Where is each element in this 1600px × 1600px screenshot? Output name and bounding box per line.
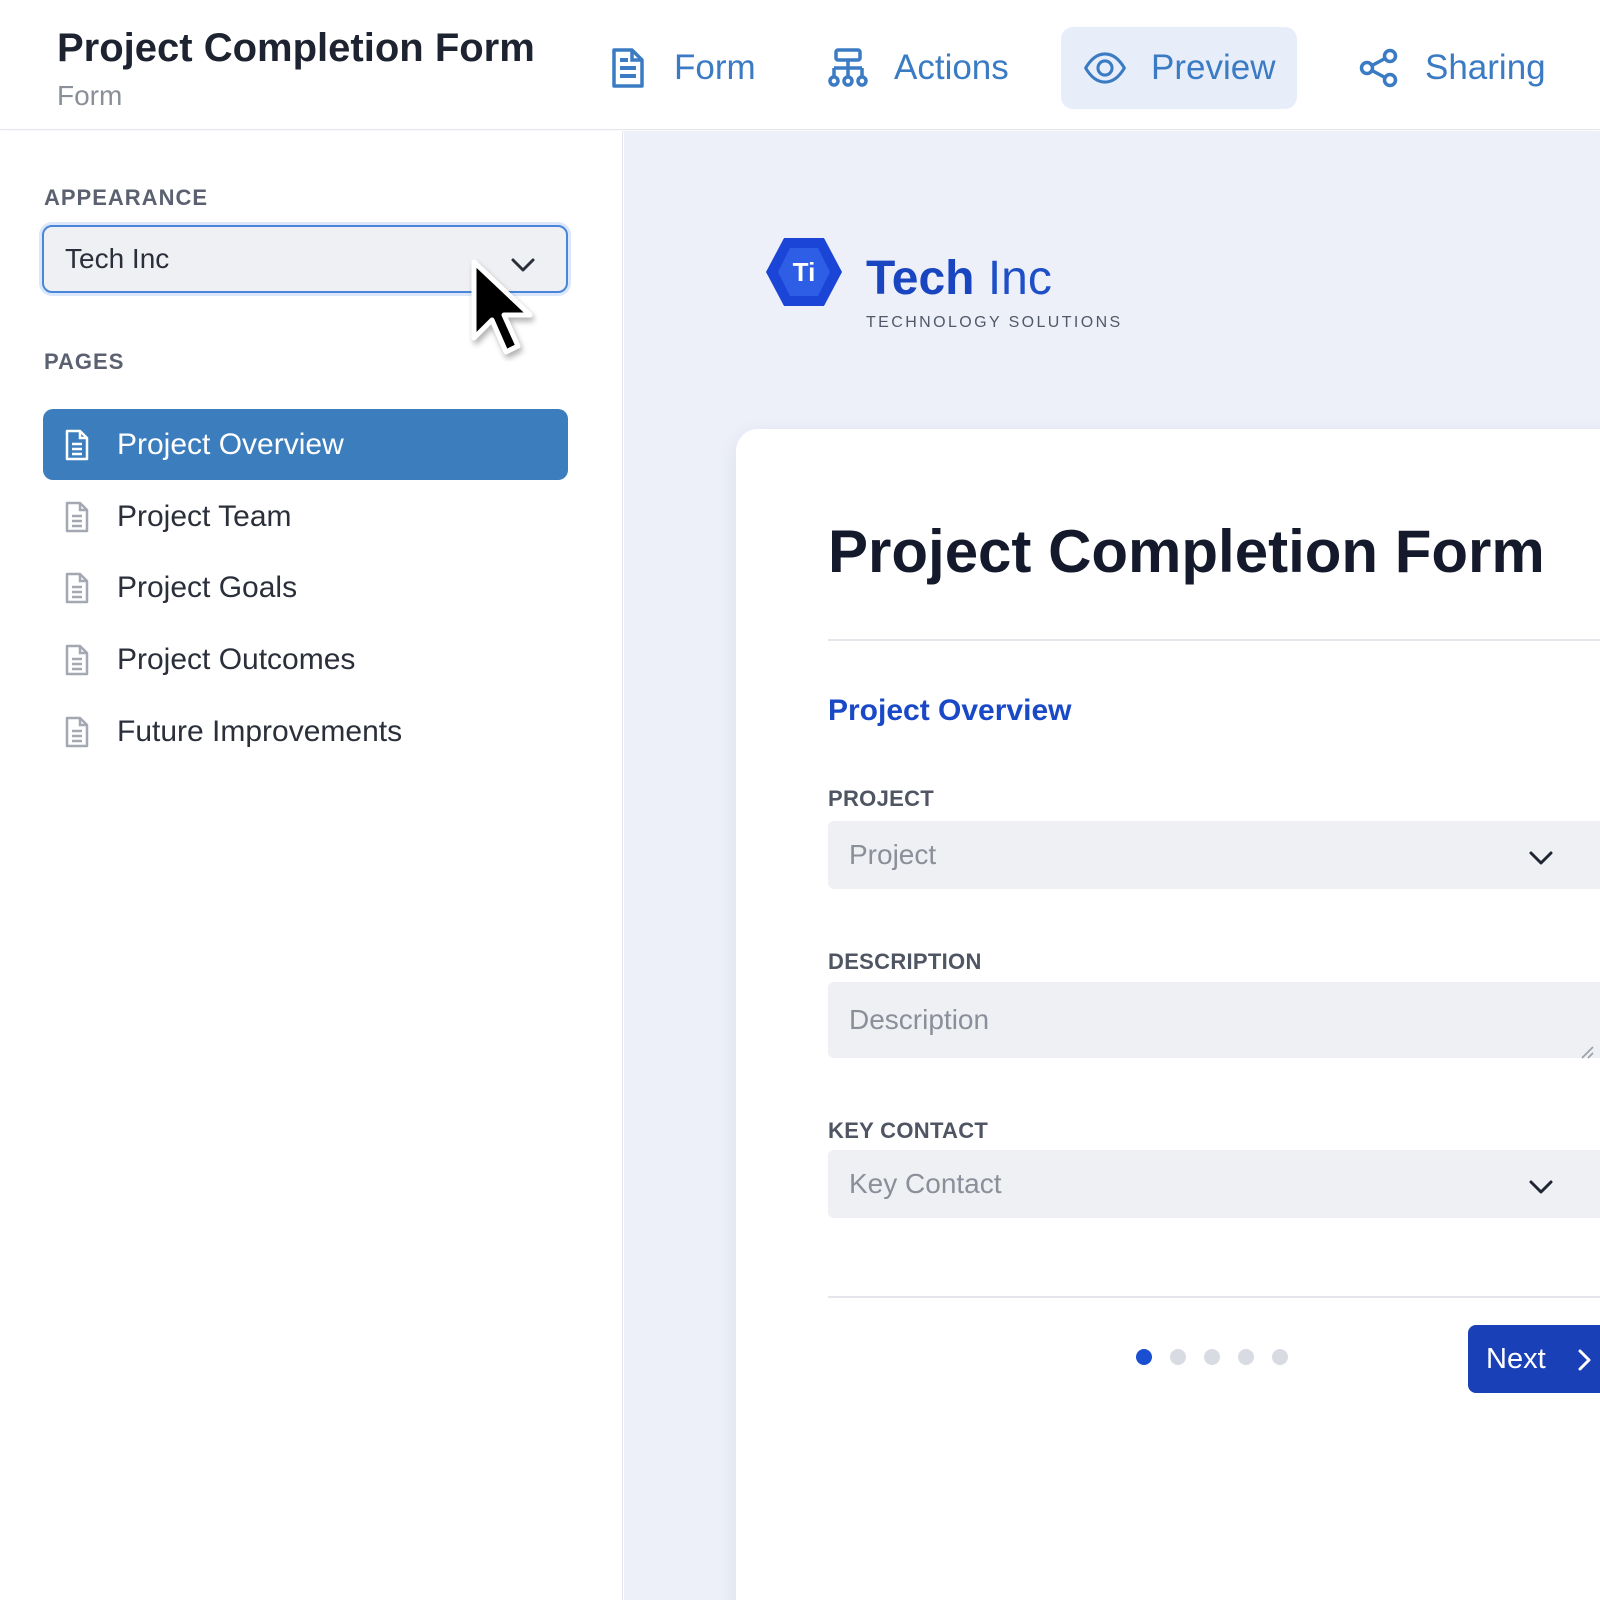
tab-actions[interactable]: Actions [804,27,1031,109]
page-dot-active[interactable] [1136,1349,1152,1365]
document-icon [63,428,91,462]
page-dot[interactable] [1238,1349,1254,1365]
preview-area: Ti Tech Inc TECHNOLOGY SOLUTIONS Project… [624,131,1600,1600]
page-item-label: Project Team [117,499,292,533]
app-subtitle: Form [57,80,123,111]
tab-sharing[interactable]: Sharing [1335,27,1568,109]
project-select-placeholder: Project [849,839,937,870]
page-item-project-overview[interactable]: Project Overview [43,409,568,480]
form-card: Project Completion Form Project Overview… [736,429,1600,1600]
tab-actions-label: Actions [894,48,1009,87]
form-title: Project Completion Form [828,518,1545,585]
brand-name-light: Inc [987,252,1052,305]
document-icon [63,643,91,677]
page-item-label: Project Outcomes [117,642,356,676]
top-header: Project Completion Form Form Form Action… [0,0,1600,130]
page-dot[interactable] [1204,1349,1220,1365]
chevron-down-icon [1528,1171,1554,1203]
tech-inc-logo-icon: Ti [764,236,844,313]
tab-form-label: Form [674,48,756,87]
appearance-label: APPEARANCE [44,185,209,210]
brand-tagline: TECHNOLOGY SOLUTIONS [866,314,1123,331]
tab-preview[interactable]: Preview [1061,27,1298,109]
tab-preview-label: Preview [1151,48,1276,87]
page-indicator [1136,1349,1306,1365]
page-dot[interactable] [1272,1349,1288,1365]
description-field-label: DESCRIPTION [828,949,982,974]
next-button[interactable]: Next [1468,1325,1600,1393]
document-icon [63,571,91,605]
brand-name: Tech Inc [866,251,1052,306]
document-icon [606,46,650,90]
page-item-label: Project Goals [117,570,298,604]
tab-sharing-label: Sharing [1425,48,1546,87]
resize-grip-icon[interactable] [1580,1034,1594,1066]
logo-monogram: Ti [793,257,816,287]
page-item-project-team[interactable]: Project Team [43,481,568,552]
document-icon [63,715,91,749]
brand-name-bold: Tech [866,252,975,305]
page-item-project-goals[interactable]: Project Goals [43,552,568,623]
key-contact-placeholder: Key Contact [849,1168,1002,1199]
mouse-cursor-icon [468,258,538,367]
appearance-select-value: Tech Inc [65,243,170,274]
page-dot[interactable] [1170,1349,1186,1365]
eye-icon [1083,46,1127,90]
page-item-future-improvements[interactable]: Future Improvements [43,696,568,767]
next-button-label: Next [1486,1342,1546,1375]
tab-form[interactable]: Form [584,27,778,109]
divider [828,1296,1600,1298]
key-contact-select[interactable]: Key Contact [828,1150,1600,1218]
key-contact-field-label: KEY CONTACT [828,1118,989,1143]
project-field-label: PROJECT [828,786,935,811]
chevron-down-icon [1528,842,1554,874]
description-textarea[interactable]: Description [828,982,1600,1059]
section-title: Project Overview [828,694,1072,727]
divider [828,639,1600,641]
page-item-label: Future Improvements [117,714,403,748]
workflow-icon [826,46,870,90]
app-title: Project Completion Form [57,26,535,70]
page-item-label: Project Overview [117,427,344,461]
share-icon [1357,46,1401,90]
page-item-project-outcomes[interactable]: Project Outcomes [43,624,568,695]
description-placeholder: Description [849,1004,990,1035]
project-select[interactable]: Project [828,821,1600,889]
chevron-right-icon [1576,1347,1592,1380]
pages-label: PAGES [44,349,125,374]
document-icon [63,500,91,534]
